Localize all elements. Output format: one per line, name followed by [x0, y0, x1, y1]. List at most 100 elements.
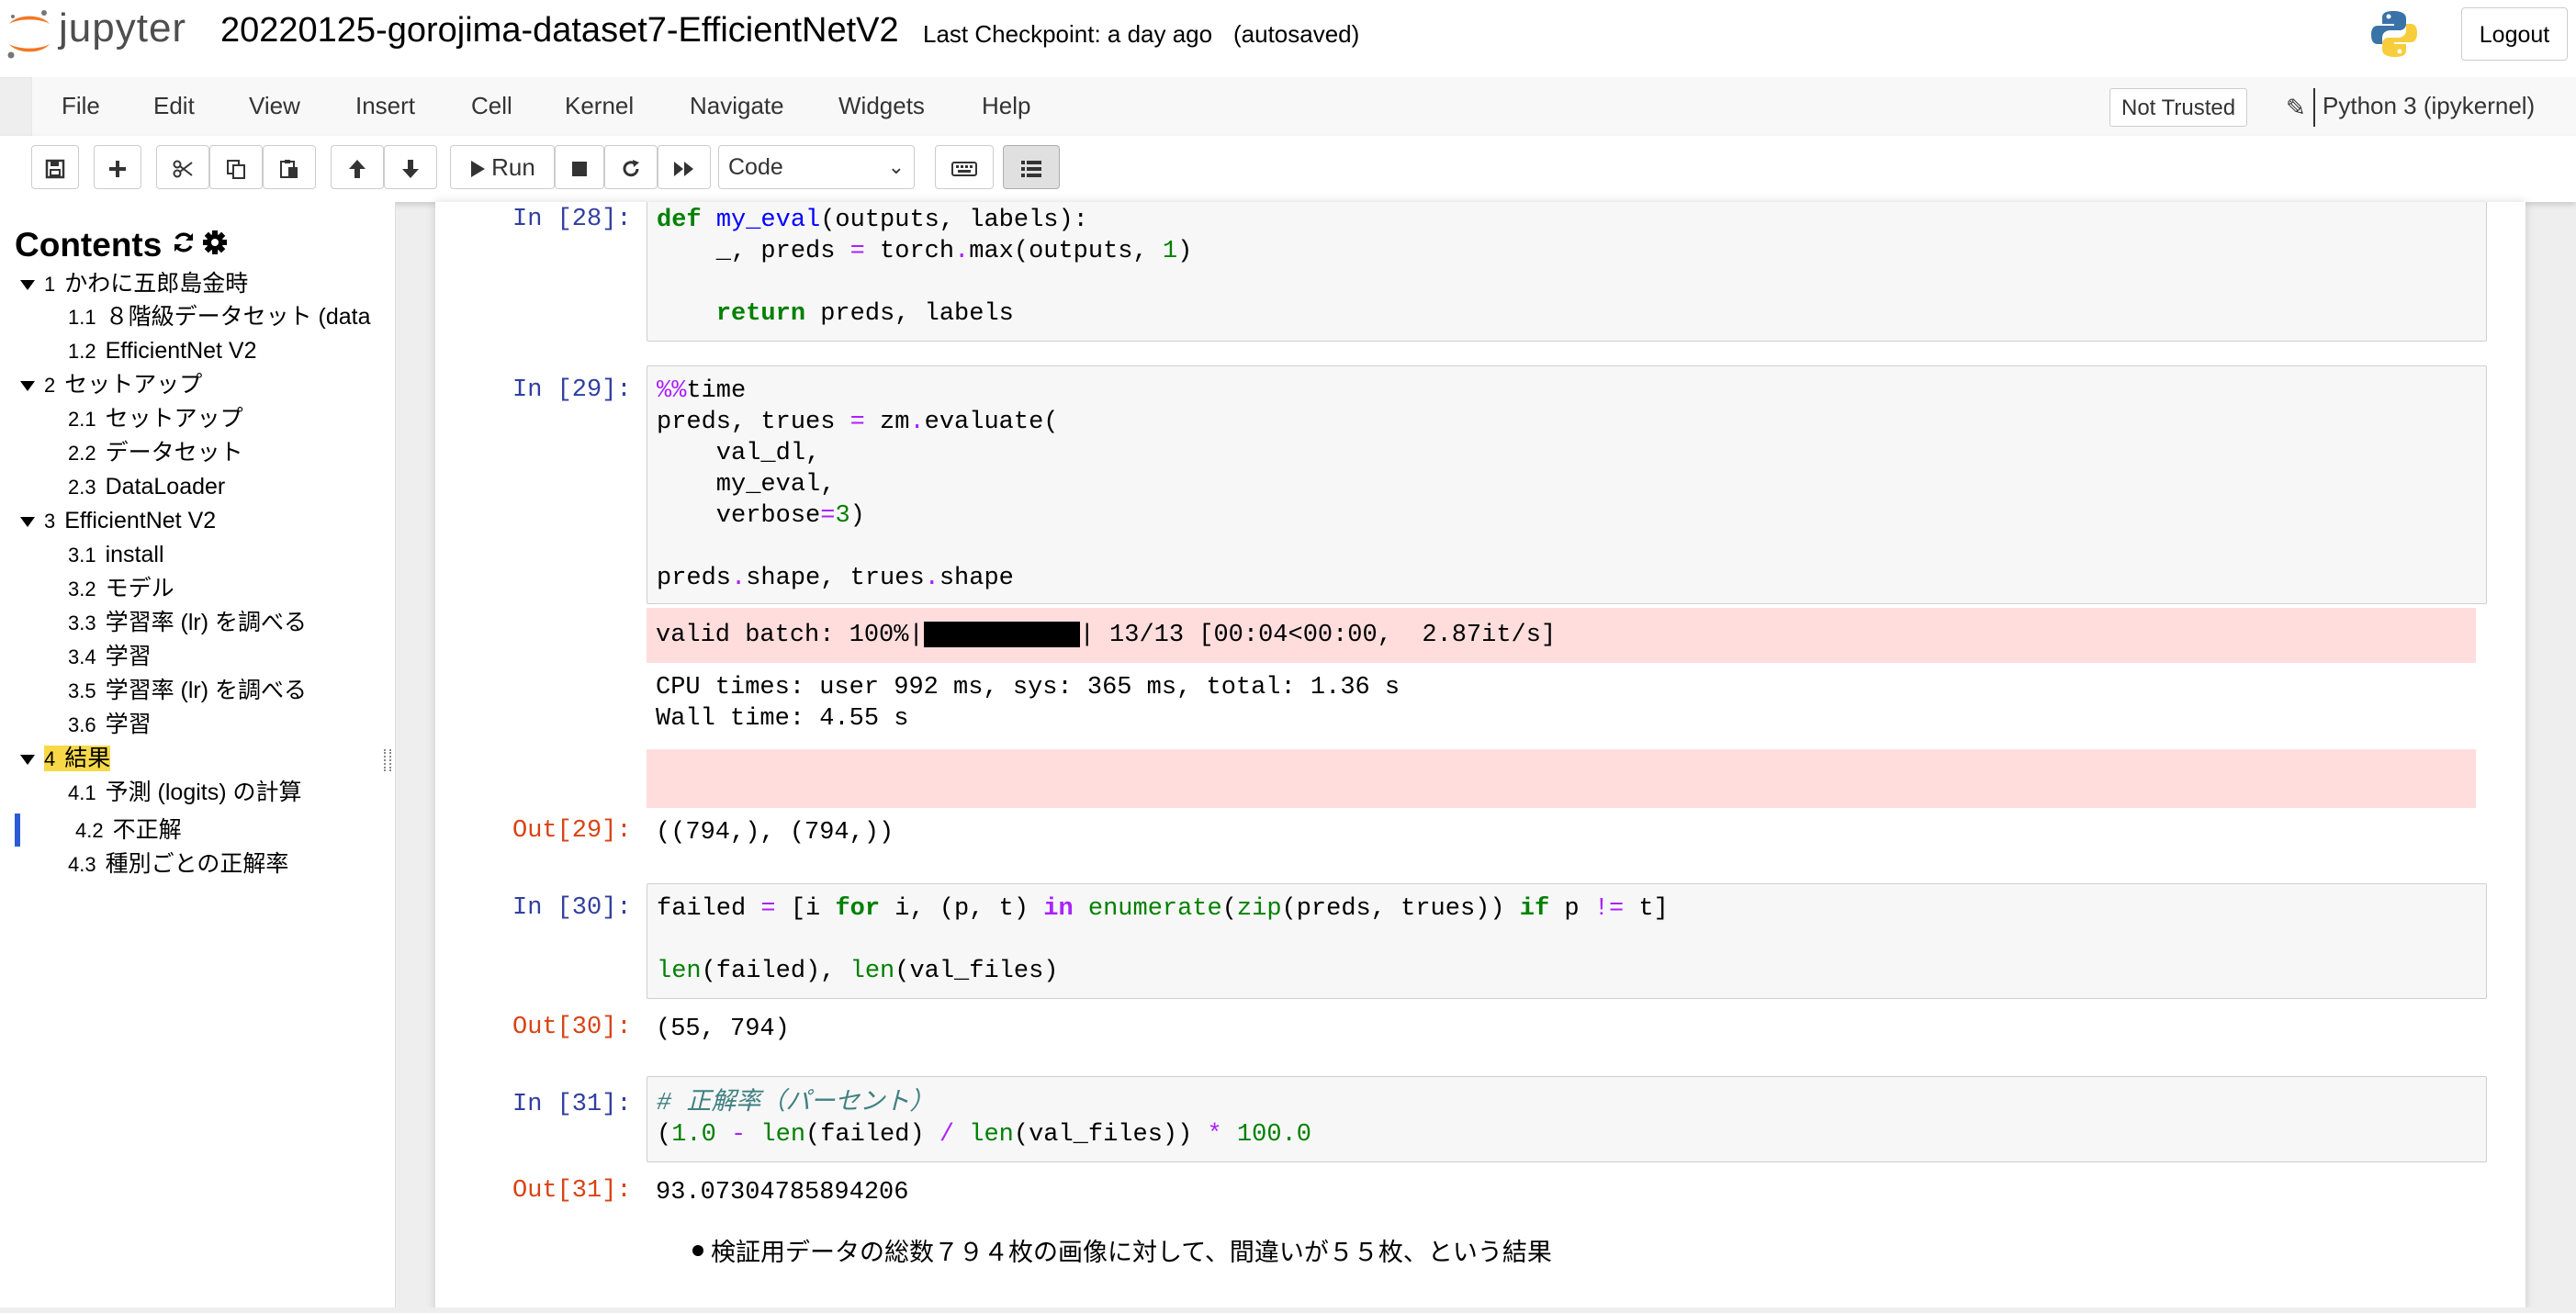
gear-icon[interactable] [202, 230, 228, 255]
code-line: preds.shape, trues.shape [657, 565, 1014, 592]
paste-button[interactable] [263, 145, 316, 189]
arrow-down-icon [402, 160, 419, 179]
cell-28-prompt: In [28]: [512, 206, 632, 233]
menu-view[interactable]: View [249, 92, 300, 120]
run-button[interactable]: Run [450, 145, 555, 189]
toc-label: 学習率 (lr) を調べる [105, 678, 308, 703]
cell-29-input[interactable]: %%time preds, trues = zm.evaluate( val_d… [647, 365, 2487, 604]
code-line: preds, trues = zm.evaluate( [657, 409, 1059, 436]
toc-item-3-2[interactable]: 3.2 モデル [68, 573, 174, 604]
menu-kernel[interactable]: Kernel [565, 92, 634, 120]
move-down-button[interactable] [384, 145, 437, 189]
cell-31-input[interactable]: # 正解率（パーセント） (1.0 - len(failed) / len(va… [647, 1076, 2487, 1162]
cell-30-input[interactable]: failed = [i for i, (p, t) in enumerate(z… [647, 883, 2487, 999]
toc-num: 3.4 [68, 645, 96, 668]
toc-item-3-4[interactable]: 3.4 学習 [68, 641, 152, 672]
kernel-name: Python 3 (ipykernel) [2323, 92, 2536, 119]
restart-run-all-button[interactable] [658, 145, 711, 189]
toc-item-3-5[interactable]: 3.5 学習率 (lr) を調べる [68, 675, 307, 706]
toc-item-3-3[interactable]: 3.3 学習率 (lr) を調べる [68, 607, 307, 638]
collapse-arrow-icon[interactable] [20, 516, 35, 527]
trust-button[interactable]: Not Trusted [2109, 88, 2248, 127]
header: jupyter 20220125-gorojima-dataset7-Effic… [0, 0, 2576, 78]
save-icon [45, 159, 65, 179]
cell-29-output: ((794,), (794,)) [656, 819, 894, 847]
edit-pencil-icon[interactable]: ✎ [2286, 94, 2306, 122]
stderr-progress-output: valid batch: 100%| | 13/13 [00:04<00:00, … [647, 608, 2476, 663]
menu-widgets[interactable]: Widgets [838, 92, 925, 120]
cut-button[interactable] [156, 145, 209, 189]
menu-cell[interactable]: Cell [471, 92, 512, 120]
jupyter-logo[interactable]: jupyter [2, 4, 195, 64]
menu-help[interactable]: Help [982, 92, 1030, 120]
command-palette-button[interactable] [935, 145, 994, 189]
toc-num: 3.5 [68, 679, 96, 702]
insert-cell-button[interactable] [94, 145, 141, 189]
cell-28-input[interactable]: def my_eval(outputs, labels): _, preds =… [647, 202, 2487, 342]
toc-item-2-2[interactable]: 2.2 データセット [68, 437, 243, 468]
refresh-icon[interactable] [171, 230, 197, 255]
menu-navigate[interactable]: Navigate [690, 92, 784, 120]
code-line: # 正解率（パーセント） [657, 1090, 935, 1117]
move-up-button[interactable] [331, 145, 384, 189]
cell-29-out-prompt: Out[29]: [512, 817, 632, 845]
plus-icon [109, 161, 126, 178]
menu-insert[interactable]: Insert [355, 92, 415, 120]
toc-label: EfficientNet V2 [105, 338, 257, 364]
save-button[interactable] [31, 145, 79, 189]
collapse-arrow-icon[interactable] [20, 279, 35, 290]
toc-item-2-1[interactable]: 2.1 セットアップ [68, 403, 243, 434]
list-icon [1021, 161, 1041, 178]
toc-num: 1 [44, 273, 56, 296]
cell-31-prompt: In [31]: [512, 1091, 632, 1118]
toc-item-3-6[interactable]: 3.6 学習 [68, 709, 152, 740]
toc-item-4-3[interactable]: 4.3 種別ごとの正解率 [68, 848, 288, 880]
menu-edit[interactable]: Edit [153, 92, 195, 120]
toc-item-4-1[interactable]: 4.1 予測 (logits) の計算 [68, 777, 302, 808]
toc-item-2[interactable]: 2 セットアップ [20, 369, 202, 400]
collapse-arrow-icon[interactable] [20, 754, 35, 765]
toc-num: 2.3 [68, 476, 96, 499]
stop-icon [572, 162, 587, 177]
toc-label: セットアップ [64, 372, 203, 398]
toc-num: 3 [44, 510, 56, 533]
toc-item-3[interactable]: 3 EfficientNet V2 [20, 505, 216, 536]
restart-button[interactable] [604, 145, 658, 189]
copy-icon [227, 160, 245, 180]
toc-item-1[interactable]: 1 かわに五郎島金時 [20, 268, 248, 299]
cell-type-value: Code [728, 154, 783, 180]
code-line: return preds, labels [715, 300, 1014, 328]
toc-item-4[interactable]: 4 結果 [20, 743, 111, 774]
toc-item-3-1[interactable]: 3.1 install [68, 539, 164, 570]
interrupt-button[interactable] [555, 145, 604, 189]
run-label: Run [491, 153, 535, 181]
notebook-title[interactable]: 20220125-gorojima-dataset7-EfficientNetV… [220, 11, 899, 50]
page-bottom-edge [0, 1307, 2576, 1313]
wall-time-output: Wall time: 4.55 s [656, 705, 909, 733]
notebook-container: In [28]: def my_eval(outputs, labels): _… [435, 202, 2525, 1313]
code-line: (1.0 - len(failed) / len(val_files)) * 1… [657, 1121, 1311, 1149]
markdown-bullet-dot [692, 1245, 703, 1256]
collapse-arrow-icon[interactable] [20, 380, 35, 391]
toc-num: 3.3 [68, 612, 96, 634]
toc-item-1-1[interactable]: 1.1 ８階級データセット (data [68, 301, 377, 332]
menubar: File Edit View Insert Cell Kernel Naviga… [31, 77, 2576, 137]
cell-type-select[interactable]: Code ⌄ [718, 145, 915, 189]
cell-30-prompt: In [30]: [512, 894, 632, 922]
paste-icon [280, 160, 298, 179]
logout-button[interactable]: Logout [2461, 7, 2568, 61]
code-line: %%time [657, 377, 747, 405]
sidebar-resize-handle[interactable] [384, 749, 391, 771]
toc-label: 学習 [105, 644, 152, 669]
logo-text: jupyter [59, 6, 187, 50]
toc-toggle-button[interactable] [1003, 145, 1060, 189]
toc-title: Contents [15, 226, 163, 264]
toc-item-4-2[interactable]: 4.2 不正解 [75, 814, 182, 846]
progress-bar [923, 621, 1080, 647]
toc-item-2-3[interactable]: 2.3 DataLoader [68, 471, 225, 502]
copy-button[interactable] [209, 145, 263, 189]
arrow-up-icon [349, 160, 366, 179]
toc-item-1-2[interactable]: 1.2 EfficientNet V2 [68, 335, 257, 366]
menu-file[interactable]: File [62, 92, 100, 120]
autosave-status: (autosaved) [1233, 20, 1360, 48]
